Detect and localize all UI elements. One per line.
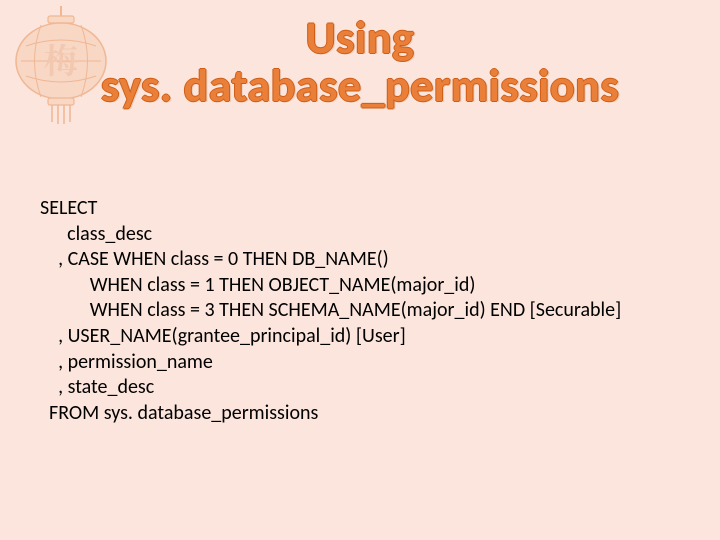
code-line: FROM sys. database_permissions — [40, 401, 318, 425]
title-line-2: sys. database_permissions — [101, 58, 619, 114]
slide-title: Using sys. database_permissions — [0, 14, 720, 111]
code-line: WHEN class = 1 THEN OBJECT_NAME(major_id… — [40, 273, 475, 297]
sql-code-block: SELECT class_desc , CASE WHEN class = 0 … — [40, 196, 621, 426]
code-line: class_desc — [40, 222, 152, 246]
code-line: SELECT — [40, 196, 97, 220]
code-line: , CASE WHEN class = 0 THEN DB_NAME() — [40, 247, 389, 271]
code-line: , USER_NAME(grantee_principal_id) [User] — [40, 324, 406, 348]
code-line: , state_desc — [40, 375, 154, 399]
code-line: , permission_name — [40, 350, 213, 374]
code-line: WHEN class = 3 THEN SCHEMA_NAME(major_id… — [40, 298, 621, 322]
